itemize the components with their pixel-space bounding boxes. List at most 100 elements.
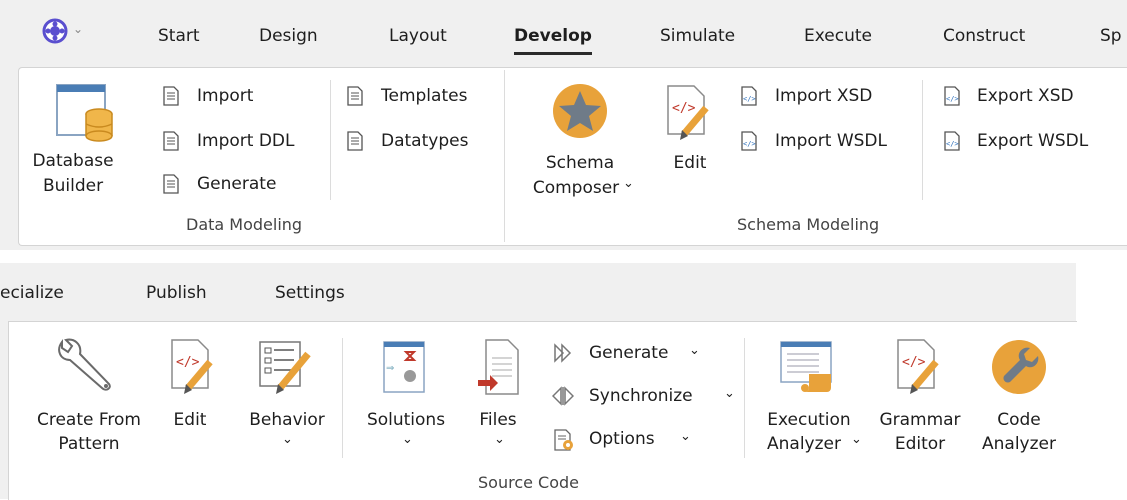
svg-text:</>: </> bbox=[946, 95, 959, 103]
generate-label: Generate bbox=[589, 343, 669, 363]
database-builder-label-line2: Builder bbox=[42, 176, 104, 196]
group-separator bbox=[504, 70, 505, 242]
files-button[interactable]: Files ⌄ bbox=[470, 336, 526, 462]
import-wsdl-button[interactable]: </> Import WSDL bbox=[738, 129, 913, 155]
create-from-pattern-label-line1: Create From bbox=[36, 410, 141, 430]
app-logo-icon bbox=[42, 18, 68, 44]
code-analyzer-button[interactable]: Code Analyzer bbox=[970, 336, 1068, 462]
schema-composer-button[interactable]: Schema Composer ⌄ bbox=[518, 80, 642, 210]
tab-design[interactable]: Design bbox=[259, 26, 318, 46]
options-label: Options bbox=[589, 429, 655, 449]
tab-settings[interactable]: Settings bbox=[275, 283, 345, 303]
edit-schema-button[interactable]: </> Edit bbox=[658, 80, 722, 190]
chevron-down-icon: ⌄ bbox=[494, 432, 505, 447]
execution-analyzer-icon bbox=[780, 341, 832, 392]
chevron-down-icon: ⌄ bbox=[851, 432, 862, 447]
tab-specialize-partial[interactable]: Sp bbox=[1100, 26, 1122, 46]
chevron-down-icon: ⌄ bbox=[623, 176, 634, 191]
edit-label: Edit bbox=[673, 153, 707, 173]
xml-document-icon: </> bbox=[944, 86, 960, 106]
edit-label: Edit bbox=[173, 410, 207, 430]
separator bbox=[922, 80, 923, 200]
solutions-icon: ⇒ bbox=[383, 341, 425, 393]
templates-button[interactable]: Templates bbox=[346, 84, 496, 110]
group-label-schema-modeling: Schema Modeling bbox=[737, 215, 880, 234]
separator bbox=[330, 80, 331, 200]
grammar-editor-button[interactable]: </> Grammar Editor bbox=[872, 336, 968, 462]
tab-simulate[interactable]: Simulate bbox=[660, 26, 735, 46]
code-analyzer-icon bbox=[992, 340, 1046, 394]
behavior-label: Behavior bbox=[249, 410, 325, 430]
tab-start[interactable]: Start bbox=[158, 26, 200, 46]
schema-composer-label-line2: Composer bbox=[532, 178, 620, 198]
execution-analyzer-button[interactable]: Execution Analyzer ⌄ bbox=[752, 336, 866, 462]
database-builder-button[interactable]: Database Builder bbox=[30, 78, 142, 208]
svg-text:</>: </> bbox=[176, 355, 200, 370]
create-from-pattern-button[interactable]: Create From Pattern bbox=[22, 336, 156, 462]
separator bbox=[342, 338, 343, 458]
group-label-source-code: Source Code bbox=[478, 473, 579, 492]
tab-publish[interactable]: Publish bbox=[146, 283, 207, 303]
generate-code-button[interactable]: Generate ⌄ bbox=[552, 341, 717, 367]
export-wsdl-button[interactable]: </> Export WSDL bbox=[943, 129, 1118, 155]
svg-text:</>: </> bbox=[743, 140, 756, 148]
schema-composer-label-line1: Schema bbox=[545, 153, 615, 173]
tab-construct[interactable]: Construct bbox=[943, 26, 1025, 46]
options-icon bbox=[554, 429, 573, 451]
document-icon bbox=[347, 131, 363, 151]
code-analyzer-label-line2: Analyzer bbox=[982, 434, 1056, 454]
datatypes-button[interactable]: Datatypes bbox=[346, 129, 496, 155]
solutions-label: Solutions bbox=[366, 410, 446, 430]
code-pencil-icon: </> bbox=[171, 339, 213, 394]
app-menu-button[interactable]: ⌄ bbox=[42, 18, 92, 46]
database-builder-icon bbox=[56, 84, 113, 142]
tab-specialize-partial[interactable]: ecialize bbox=[0, 283, 64, 303]
database-builder-label-line1: Database bbox=[32, 151, 114, 171]
options-button[interactable]: Options ⌄ bbox=[552, 427, 712, 453]
code-analyzer-label-line1: Code bbox=[997, 410, 1041, 430]
import-xsd-button[interactable]: </> Import XSD bbox=[738, 84, 908, 110]
svg-text:</>: </> bbox=[946, 140, 959, 148]
export-xsd-button[interactable]: </> Export XSD bbox=[943, 84, 1103, 110]
document-icon bbox=[163, 131, 179, 151]
behavior-edit-icon bbox=[259, 341, 311, 394]
svg-text:</>: </> bbox=[902, 355, 926, 370]
document-icon bbox=[163, 174, 179, 194]
chevron-down-icon: ⌄ bbox=[689, 343, 700, 358]
chevron-down-icon: ⌄ bbox=[282, 432, 293, 447]
star-badge-icon bbox=[553, 84, 607, 138]
solutions-button[interactable]: ⇒ Solutions ⌄ bbox=[350, 336, 462, 462]
import-ddl-label: Import DDL bbox=[197, 131, 295, 151]
templates-label: Templates bbox=[381, 86, 468, 106]
code-pencil-icon: </> bbox=[897, 339, 939, 394]
wrench-icon bbox=[58, 338, 111, 391]
files-icon bbox=[478, 339, 519, 395]
document-icon bbox=[163, 86, 179, 106]
generate-arrow-icon bbox=[554, 343, 572, 363]
svg-text:⇒: ⇒ bbox=[386, 363, 394, 374]
chevron-down-icon: ⌄ bbox=[680, 429, 691, 444]
svg-text:</>: </> bbox=[743, 95, 756, 103]
grammar-editor-label-line1: Grammar bbox=[879, 410, 961, 430]
behavior-button[interactable]: Behavior ⌄ bbox=[238, 336, 336, 462]
xml-document-icon: </> bbox=[741, 131, 757, 151]
import-wsdl-label: Import WSDL bbox=[775, 131, 887, 151]
separator bbox=[744, 338, 745, 458]
synchronize-button[interactable]: Synchronize ⌄ bbox=[552, 384, 737, 410]
tab-develop[interactable]: Develop bbox=[514, 26, 592, 55]
import-label: Import bbox=[197, 86, 254, 106]
edit-source-button[interactable]: </> Edit bbox=[162, 336, 218, 446]
import-button[interactable]: Import bbox=[162, 84, 322, 110]
grammar-editor-label-line2: Editor bbox=[894, 434, 946, 454]
chevron-down-icon: ⌄ bbox=[73, 22, 84, 36]
generate-ddl-button[interactable]: Generate bbox=[162, 172, 322, 198]
import-ddl-button[interactable]: Import DDL bbox=[162, 129, 322, 155]
chevron-down-icon: ⌄ bbox=[724, 386, 735, 401]
xml-document-icon: </> bbox=[944, 131, 960, 151]
create-from-pattern-label-line2: Pattern bbox=[58, 434, 120, 454]
execution-analyzer-label-line1: Execution bbox=[767, 410, 851, 430]
tab-layout[interactable]: Layout bbox=[389, 26, 447, 46]
export-xsd-label: Export XSD bbox=[977, 86, 1074, 106]
tab-execute[interactable]: Execute bbox=[804, 26, 872, 46]
synchronize-label: Synchronize bbox=[589, 386, 693, 406]
